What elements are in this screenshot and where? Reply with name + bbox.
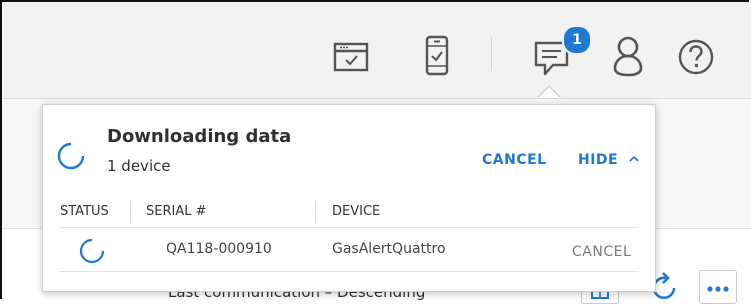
device-check-icon[interactable] xyxy=(424,35,450,77)
hide-button-label: HIDE xyxy=(578,152,619,168)
column-header-serial: SERIAL # xyxy=(146,204,207,219)
top-toolbar xyxy=(2,2,751,99)
row-serial: QA118-000910 xyxy=(166,241,272,257)
user-icon[interactable] xyxy=(612,36,644,78)
toolbar-divider xyxy=(491,37,492,71)
column-separator xyxy=(130,201,131,223)
notification-badge: 1 xyxy=(562,25,592,55)
help-icon[interactable] xyxy=(677,38,715,76)
download-subtitle: 1 device xyxy=(107,157,171,175)
more-horizontal-icon xyxy=(707,286,729,292)
chevron-up-icon xyxy=(628,155,639,162)
header-row-divider xyxy=(59,227,639,228)
more-options-button[interactable] xyxy=(699,270,737,304)
spinner-icon xyxy=(57,142,85,170)
hide-button[interactable]: HIDE xyxy=(578,152,640,168)
column-separator xyxy=(315,201,316,223)
cancel-all-button[interactable]: CANCEL xyxy=(482,152,547,168)
popover-caret-fill xyxy=(538,87,560,98)
spinner-icon xyxy=(79,238,105,264)
column-header-device: DEVICE xyxy=(332,204,381,219)
window-check-icon[interactable] xyxy=(333,41,369,73)
row-device: GasAlertQuattro xyxy=(332,241,446,257)
download-title: Downloading data xyxy=(107,126,292,147)
column-header-status: STATUS xyxy=(60,204,109,219)
row-cancel-button[interactable]: CANCEL xyxy=(572,244,631,260)
row-divider xyxy=(59,271,639,272)
download-progress-popover: Downloading data 1 device CANCEL HIDE ST… xyxy=(42,104,656,292)
